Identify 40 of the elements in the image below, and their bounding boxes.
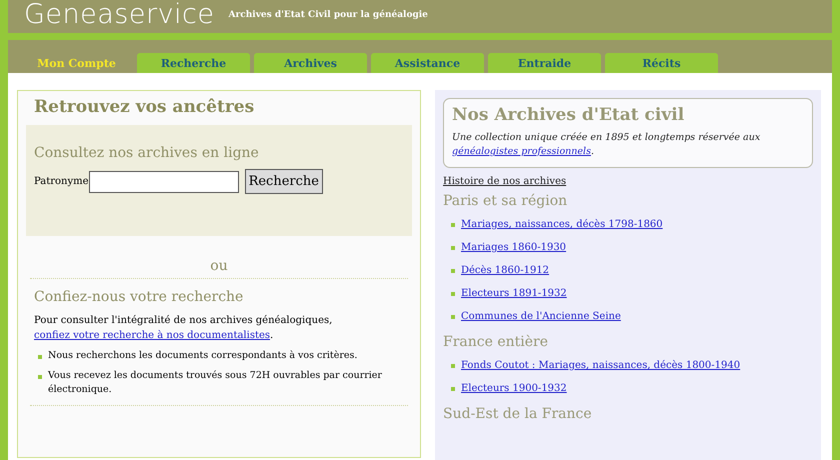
bullet-icon [451, 364, 455, 368]
archive-link[interactable]: Fonds Coutot : Mariages, naissances, décès 1800-1940 [461, 360, 740, 371]
bullet-text: Vous recevez les documents trouvés sous 72H ouvrables par courrier électronique. [48, 369, 383, 397]
bullet-text: Nous recherchons les documents correspondants à vos critères. [48, 349, 358, 363]
nav-tab[interactable]: Recherche [137, 53, 250, 73]
bullet-icon [38, 355, 42, 359]
archive-link[interactable]: Communes de l'Ancienne Seine [461, 311, 621, 322]
bullet-icon [451, 314, 455, 318]
archive-link[interactable]: Mariages, naissances, décès 1798-1860 [461, 219, 663, 230]
archive-link[interactable]: Décès 1860-1912 [461, 265, 550, 276]
archive-link[interactable]: Electeurs 1900-1932 [461, 383, 567, 394]
bullet-icon [451, 222, 455, 226]
documentalists-link[interactable]: confiez votre recherche à nos documentalistes [34, 330, 270, 341]
history-link[interactable]: Histoire de nos archives [443, 176, 813, 187]
bullet-icon [451, 292, 455, 296]
bullet-icon [38, 375, 42, 379]
search-heading: Consultez nos archives en ligne [34, 145, 260, 161]
separator-text: ou [30, 236, 408, 279]
archive-link[interactable]: Mariages 1860-1930 [461, 242, 566, 253]
bullet-icon [451, 386, 455, 390]
site-tagline: Archives d'Etat Civil pour la généalogie [228, 10, 428, 20]
surname-input-field[interactable] [88, 170, 239, 192]
search-button[interactable]: Recherche [244, 169, 323, 194]
genealogists-link[interactable]: généalogistes professionnels [452, 146, 591, 157]
card-subtitle: Une collection unique créée en 1895 et longtemps réservée aux généalogistes professionnels. [452, 131, 762, 159]
nav-tab[interactable]: Assistance [371, 53, 484, 73]
card-title: Nos Archives d'Etat civil [452, 105, 686, 125]
panel-title: Retrouvez vos ancêtres [34, 97, 256, 117]
bullet-icon [451, 268, 455, 272]
nav-tab[interactable]: Récits [605, 53, 718, 73]
region-title: France entière [443, 334, 550, 350]
field-label: Patronyme [34, 176, 89, 187]
nav-tab[interactable]: Archives [254, 53, 367, 73]
section-title: Confiez-nous votre recherche [34, 289, 244, 305]
intro-paragraph: Pour consulter l'intégralité de nos archives généalogiques, confiez votre recherche à nos documentalistes. [34, 314, 334, 343]
nav-tab[interactable]: Entraide [488, 53, 601, 73]
region-title: Paris et sa région [443, 193, 568, 209]
bullet-icon [451, 246, 455, 250]
archive-link[interactable]: Electeurs 1891-1932 [461, 288, 567, 299]
region-title: Sud-Est de la France [443, 406, 593, 422]
